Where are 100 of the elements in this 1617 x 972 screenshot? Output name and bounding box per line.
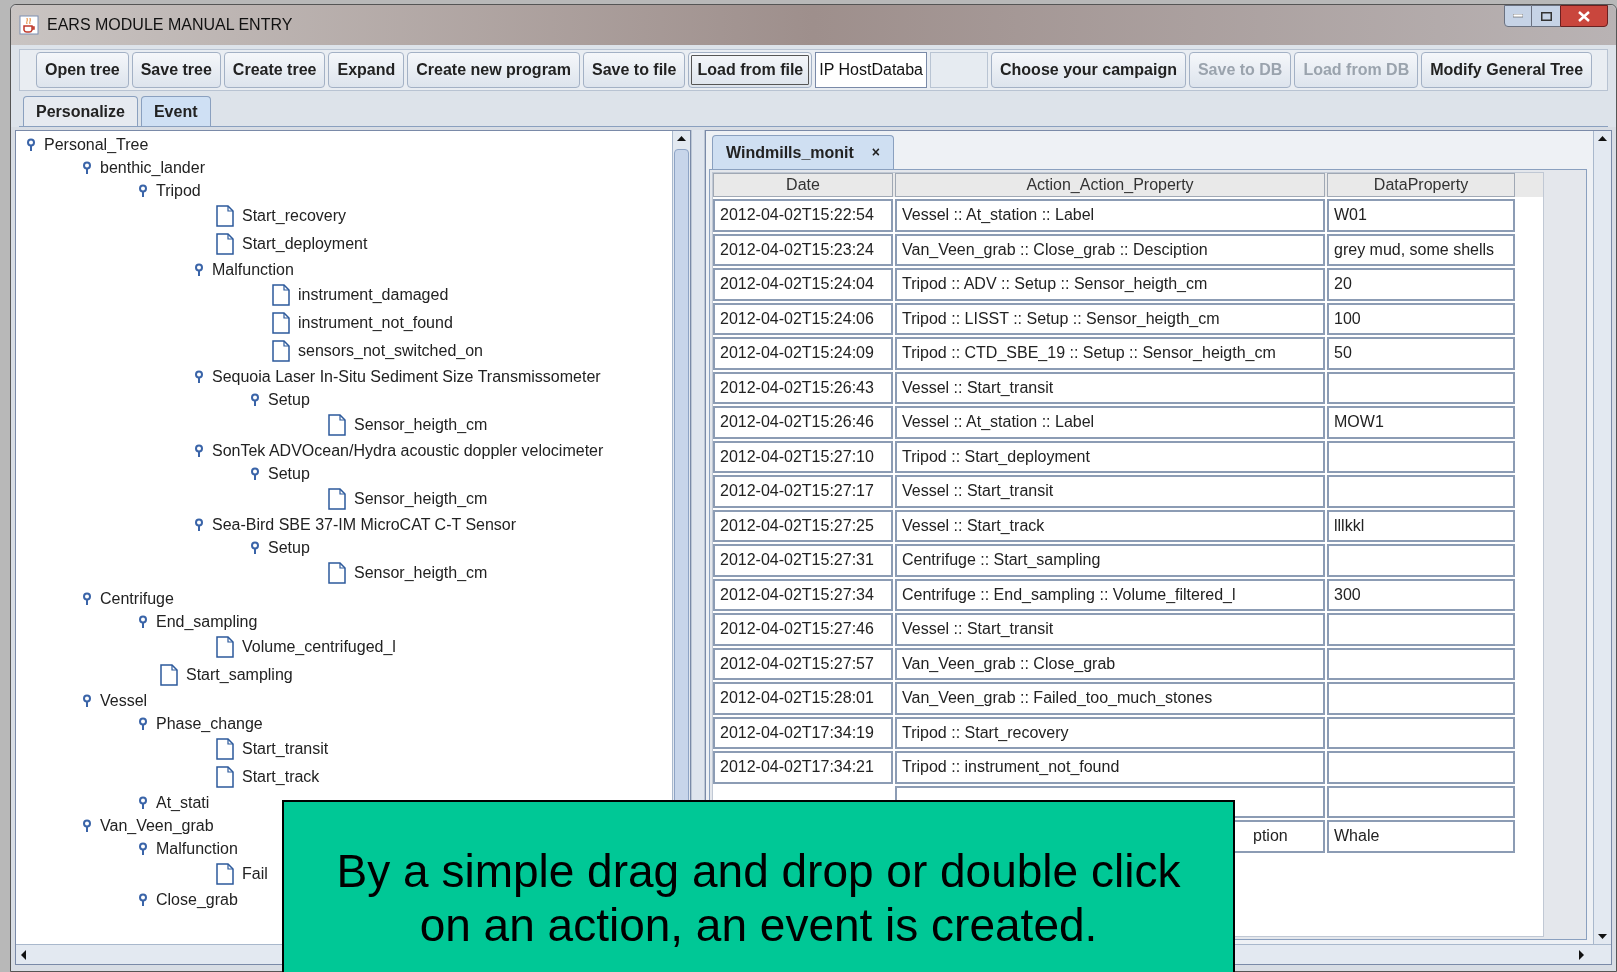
document-icon bbox=[216, 205, 234, 227]
close-button[interactable] bbox=[1560, 5, 1608, 27]
column-header[interactable]: Date bbox=[713, 173, 893, 197]
tree-leaf-item[interactable]: Start_sampling bbox=[186, 663, 293, 687]
tree-node-item[interactable]: benthic_lander bbox=[100, 155, 205, 180]
tree-node-item[interactable]: Personal_Tree bbox=[44, 132, 149, 157]
tree-leaf-item[interactable]: Volume_centrifuged_l bbox=[242, 635, 396, 659]
table-cell: MOW1 bbox=[1327, 406, 1515, 439]
tree-node-item[interactable]: Centrifuge bbox=[100, 586, 174, 611]
tree-node-item[interactable]: Setup bbox=[268, 387, 310, 412]
table-cell: Tripod :: instrument_not_found bbox=[895, 751, 1325, 784]
tree-node-item[interactable]: Malfunction bbox=[212, 257, 294, 282]
table-cell: grey mud, some shells bbox=[1327, 233, 1515, 266]
maximize-button[interactable] bbox=[1532, 5, 1560, 27]
table-cell: 300 bbox=[1327, 578, 1515, 611]
table-cell: Tripod :: LISST :: Setup :: Sensor_heigth_cm bbox=[895, 302, 1325, 335]
toolbar-button[interactable]: Create tree bbox=[223, 52, 326, 88]
document-icon bbox=[328, 488, 346, 510]
node-handle-icon[interactable] bbox=[194, 262, 204, 277]
tree-node-item[interactable]: Sea-Bird SBE 37-IM MicroCAT C-T Sensor bbox=[212, 512, 517, 537]
node-handle-icon[interactable] bbox=[82, 693, 92, 708]
toolbar-button[interactable]: Modify General Tree bbox=[1421, 52, 1593, 88]
table-cell: 20 bbox=[1327, 268, 1515, 301]
tree-node-item[interactable]: Vessel bbox=[100, 688, 148, 713]
tree-leaf-item[interactable]: sensors_not_switched_on bbox=[298, 339, 483, 363]
tree-leaf-item[interactable]: Start_recovery bbox=[242, 204, 347, 228]
document-icon bbox=[272, 312, 290, 334]
document-icon bbox=[216, 766, 234, 788]
column-header[interactable]: DataProperty bbox=[1327, 173, 1515, 197]
tree-node-item[interactable]: Van_Veen_grab bbox=[100, 813, 214, 838]
document-icon bbox=[216, 738, 234, 760]
tree-node-item[interactable]: End_sampling bbox=[156, 609, 258, 634]
node-handle-icon[interactable] bbox=[194, 443, 204, 458]
table-cell: Centrifuge :: End_sampling :: Volume_filtered_l bbox=[895, 578, 1325, 611]
node-handle-icon[interactable] bbox=[138, 614, 148, 629]
node-handle-icon[interactable] bbox=[194, 517, 204, 532]
table-cell: Vessel :: Start_transit bbox=[895, 371, 1325, 404]
ip-input-field[interactable]: IP HostDataba bbox=[815, 52, 927, 88]
tree-node-item[interactable]: Phase_change bbox=[156, 711, 263, 736]
tree-leaf-item[interactable]: Start_track bbox=[242, 765, 320, 789]
toolbar-button[interactable]: Load from file bbox=[688, 52, 813, 88]
table-cell: Van_Veen_grab :: Close_grab bbox=[895, 647, 1325, 680]
tree-leaf-item[interactable]: Sensor_heigth_cm bbox=[354, 413, 488, 437]
tab[interactable]: Personalize bbox=[23, 96, 138, 126]
toolbar-button[interactable]: Expand bbox=[328, 52, 405, 88]
tree-node-item[interactable]: Tripod bbox=[156, 178, 201, 203]
java-cup-icon bbox=[19, 15, 39, 35]
node-handle-icon[interactable] bbox=[194, 369, 204, 384]
node-handle-icon[interactable] bbox=[82, 160, 92, 175]
vertical-scrollbar[interactable] bbox=[1593, 131, 1611, 944]
node-handle-icon[interactable] bbox=[138, 892, 148, 907]
tree-node-item[interactable]: Setup bbox=[268, 461, 310, 486]
node-handle-icon[interactable] bbox=[26, 137, 36, 152]
table-cell: Tripod :: Start_recovery bbox=[895, 716, 1325, 749]
document-icon bbox=[272, 284, 290, 306]
node-handle-icon[interactable] bbox=[138, 841, 148, 856]
tree-node-item[interactable]: Close_grab bbox=[156, 887, 238, 912]
tab[interactable]: Event bbox=[140, 96, 211, 126]
minimize-icon bbox=[1513, 14, 1523, 18]
event-tab[interactable]: Windmills_monit × bbox=[712, 135, 895, 169]
tree-leaf-item[interactable]: Fail bbox=[242, 862, 268, 886]
tree-leaf-item[interactable]: Start_transit bbox=[242, 737, 329, 761]
table-cell: Vessel :: Start_track bbox=[895, 509, 1325, 542]
node-handle-icon[interactable] bbox=[250, 540, 260, 555]
tree-node-item[interactable]: Sequoia Laser In-Situ Sediment Size Transmissometer bbox=[212, 364, 601, 389]
tree-leaf-item[interactable]: instrument_not_found bbox=[298, 311, 453, 335]
tree-leaf-item[interactable]: Sensor_heigth_cm bbox=[354, 487, 488, 511]
table-cell: 2012-04-02T15:28:01 bbox=[713, 682, 893, 715]
tree-node-item[interactable]: Setup bbox=[268, 535, 310, 560]
table-cell: 2012-04-02T15:27:10 bbox=[713, 440, 893, 473]
tree-node-item[interactable]: SonTek ADVOcean/Hydra acoustic doppler velocimeter bbox=[212, 438, 604, 463]
table-cell: 100 bbox=[1327, 302, 1515, 335]
table-cell: Centrifuge :: Start_sampling bbox=[895, 544, 1325, 577]
column-header[interactable]: Action_Action_Property bbox=[895, 173, 1325, 197]
tree-node-item[interactable]: Malfunction bbox=[156, 836, 238, 861]
document-icon bbox=[216, 233, 234, 255]
toolbar-button[interactable]: Save tree bbox=[131, 52, 221, 88]
tree-node-item[interactable]: At_stati bbox=[156, 790, 210, 815]
tree-leaf-item[interactable]: Start_deployment bbox=[242, 232, 368, 256]
table-cell: 2012-04-02T15:27:17 bbox=[713, 475, 893, 508]
table-cell: Vessel :: Start_transit bbox=[895, 613, 1325, 646]
toolbar-button[interactable]: Open tree bbox=[36, 52, 129, 88]
tab-close-button[interactable]: × bbox=[871, 142, 881, 163]
toolbar-button[interactable]: Save to file bbox=[583, 52, 686, 88]
node-handle-icon[interactable] bbox=[82, 591, 92, 606]
node-handle-icon[interactable] bbox=[138, 183, 148, 198]
node-handle-icon[interactable] bbox=[82, 818, 92, 833]
document-icon bbox=[328, 562, 346, 584]
toolbar-button[interactable]: Create new program bbox=[407, 52, 580, 88]
node-handle-icon[interactable] bbox=[138, 795, 148, 810]
toolbar-button[interactable]: Choose your campaign bbox=[991, 52, 1186, 88]
node-handle-icon[interactable] bbox=[250, 392, 260, 407]
table-cell: 2012-04-02T15:22:54 bbox=[713, 199, 893, 232]
tree-leaf-item[interactable]: Sensor_heigth_cm bbox=[354, 561, 488, 585]
node-handle-icon[interactable] bbox=[250, 466, 260, 481]
table-cell: 2012-04-02T15:23:24 bbox=[713, 233, 893, 266]
table-cell: 2012-04-02T17:34:21 bbox=[713, 751, 893, 784]
table-cell: 2012-04-02T15:24:09 bbox=[713, 337, 893, 370]
tree-leaf-item[interactable]: instrument_damaged bbox=[298, 283, 449, 307]
node-handle-icon[interactable] bbox=[138, 716, 148, 731]
